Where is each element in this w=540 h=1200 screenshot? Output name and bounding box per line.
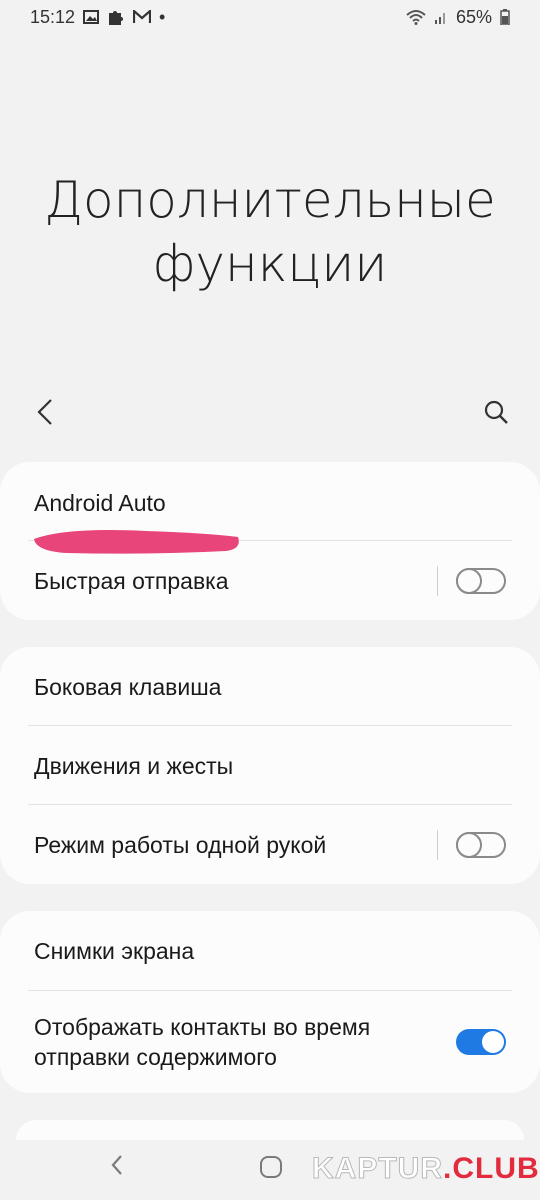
setting-label: Отображать контакты во время отправки со…: [34, 1012, 456, 1072]
chevron-left-icon: [37, 399, 52, 425]
setting-motions-gestures[interactable]: Движения и жесты: [0, 726, 540, 805]
page-title-line1: Дополнительные: [44, 171, 496, 229]
setting-label: Быстрая отправка: [34, 567, 229, 594]
search-button[interactable]: [480, 396, 512, 428]
settings-group-3: Снимки экрана Отображать контакты во вре…: [0, 911, 540, 1093]
status-bar: 15:12 • 65%: [0, 0, 540, 34]
status-time: 15:12: [30, 6, 76, 27]
gmail-icon: [133, 10, 152, 24]
page-title-line2: функции: [152, 235, 388, 293]
setting-label-line2: отправки содержимого: [34, 1044, 277, 1070]
setting-label: Android Auto: [34, 490, 166, 516]
one-handed-mode-toggle[interactable]: [456, 831, 506, 858]
system-back-button[interactable]: [110, 1154, 124, 1181]
quick-share-toggle[interactable]: [456, 567, 506, 594]
system-home-button[interactable]: [260, 1156, 282, 1178]
settings-group-2: Боковая клавиша Движения и жесты Режим р…: [0, 647, 540, 884]
setting-show-contacts-sharing[interactable]: Отображать контакты во время отправки со…: [0, 991, 540, 1093]
watermark-part2: .CLUB: [443, 1152, 540, 1185]
toolbar: [0, 390, 540, 434]
highlight-mark: [34, 530, 239, 554]
gallery-icon: [83, 10, 100, 24]
signal-icon: [434, 9, 448, 25]
battery-percent: 65%: [455, 6, 492, 27]
setting-side-key[interactable]: Боковая клавиша: [0, 647, 540, 726]
setting-label: Режим работы одной рукой: [34, 831, 327, 858]
notification-dot: •: [159, 6, 166, 27]
watermark: KAPTUR.CLUB: [312, 1152, 540, 1186]
setting-label-line1: Отображать контакты во время: [34, 1014, 371, 1040]
status-left: 15:12 •: [30, 7, 165, 28]
back-button[interactable]: [30, 396, 60, 428]
show-contacts-toggle[interactable]: [456, 1029, 506, 1055]
status-right: 65%: [406, 7, 510, 28]
next-group-card: [16, 1120, 524, 1140]
chevron-left-icon: [111, 1155, 122, 1175]
watermark-part1: KAPTUR: [312, 1152, 443, 1186]
battery-icon: [500, 9, 510, 25]
search-icon: [484, 400, 508, 424]
setting-label: Боковая клавиша: [34, 673, 222, 700]
wifi-icon: [406, 9, 426, 25]
setting-label: Движения и жесты: [34, 752, 234, 779]
page-title: Дополнительные функции: [0, 168, 540, 296]
setting-label: Снимки экрана: [34, 938, 195, 964]
vertical-separator: [437, 565, 438, 596]
setting-one-handed-mode[interactable]: Режим работы одной рукой: [0, 805, 540, 884]
vertical-separator: [437, 829, 438, 860]
puzzle-icon: [107, 8, 125, 26]
setting-screenshots[interactable]: Снимки экрана: [0, 911, 540, 991]
